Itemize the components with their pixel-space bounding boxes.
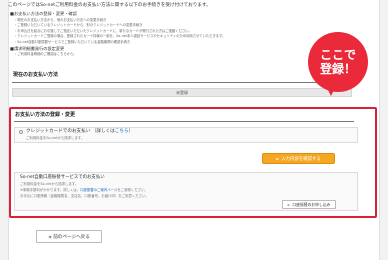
register-section-title: お支払い方法の登録・変更 bbox=[14, 112, 354, 122]
credit-card-radio[interactable] bbox=[19, 130, 23, 134]
credit-card-paren-close: ） bbox=[128, 129, 134, 134]
chevron-right-icon: ► bbox=[276, 156, 280, 161]
credit-card-paren-open: （詳しくは bbox=[91, 129, 115, 134]
confirm-input-label: 入力内容を確認する bbox=[281, 157, 321, 162]
back-button[interactable]: ◀ 前のページへ戻る bbox=[36, 230, 102, 243]
bank-transfer-line: ※事務手数料がかかります。詳しくは、口座振替のご案内ページをご参照ください。 bbox=[20, 188, 148, 193]
bank-note-pre: ※事務手数料がかかります。詳しくは、 bbox=[20, 188, 81, 192]
current-method-title: 現在のお支払い方法 bbox=[12, 72, 352, 83]
credit-card-label: クレジットカードでのお支払い （詳しくはこちら） bbox=[26, 129, 133, 135]
intro-text: このページではSo-netご利用料金のお支払い方法に関する以下のお手続きを受け付… bbox=[8, 3, 298, 9]
bank-transfer-guide-link[interactable]: 口座振替のご案内ページ bbox=[80, 188, 117, 192]
callout-balloon: ここで 登録！ bbox=[308, 32, 368, 92]
callout-line: 登録！ bbox=[319, 62, 356, 76]
bank-transfer-apply-button[interactable]: ► 口座振替のお申し込み bbox=[282, 200, 336, 209]
back-button-label: 前のページへ戻る bbox=[53, 235, 90, 240]
bank-transfer-apply-label: 口座振替のお申し込み bbox=[292, 202, 331, 207]
credit-card-label-text: クレジットカードでのお支払い bbox=[26, 129, 91, 134]
credit-card-details-link[interactable]: こちら bbox=[115, 129, 129, 134]
credit-card-note: ご利用料金をSo-netから請求します。 bbox=[26, 136, 85, 140]
info-heading: ■お支払い方法の登録・変更・確認 bbox=[10, 11, 77, 16]
callout-line: ここで bbox=[319, 48, 356, 62]
bank-note-post: をご参照ください。 bbox=[117, 188, 148, 192]
current-method-value: 未登録 bbox=[12, 88, 352, 97]
callout-tail bbox=[326, 86, 336, 96]
info-item: ・ご利用料金明細のご確認はこちらから。 bbox=[14, 52, 77, 57]
bank-transfer-line: ご利用料金をSo-netから請求します。 bbox=[20, 182, 79, 186]
chevron-right-icon: ► bbox=[287, 203, 291, 207]
bank-transfer-line: お手元に口座情報（金融機関名、支店名、口座番号、お届け印）をご用意ください。 bbox=[20, 194, 149, 198]
bank-transfer-title: So-net自動口座振替サービスでのお支払い bbox=[20, 175, 105, 180]
info-heading: ■請求明細書発行の設定変更 bbox=[10, 45, 65, 51]
confirm-input-button[interactable]: ► 入力内容を確認する bbox=[262, 153, 335, 164]
chevron-left-icon: ◀ bbox=[48, 234, 52, 239]
intro-line: このページではSo-netご利用料金のお支払い方法に関する以下のお手続きを受け付… bbox=[8, 3, 211, 8]
info-list: ■お支払い方法の登録・変更・確認 ・現在のお支払い方法から、他のお支払い方法への… bbox=[10, 11, 300, 58]
